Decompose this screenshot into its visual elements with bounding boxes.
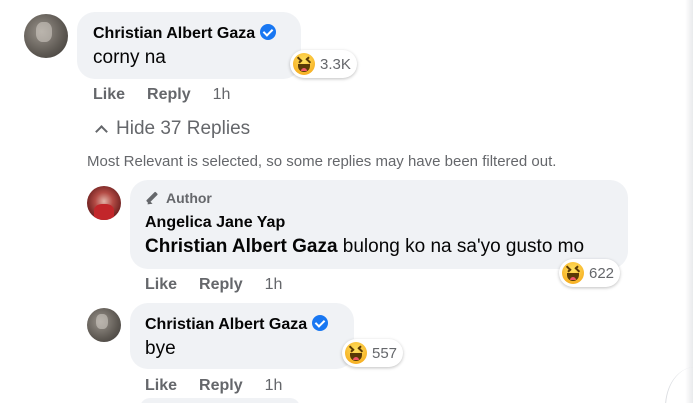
author-badge-label: Author [166, 190, 212, 206]
reply-author-name[interactable]: Angelica Jane Yap [145, 214, 285, 232]
reply-timestamp[interactable]: 1h [265, 276, 283, 294]
author-badge: Author [145, 190, 212, 206]
verified-badge-icon [260, 24, 277, 40]
pencil-icon [145, 191, 160, 206]
avatar[interactable] [87, 186, 121, 220]
like-button[interactable]: Like [145, 276, 177, 294]
reaction-count: 622 [589, 264, 615, 282]
reply-button[interactable]: Reply [147, 86, 191, 104]
comment-author-name[interactable]: Christian Albert Gaza [93, 25, 255, 42]
reply-actions: Like Reply 1h [145, 276, 282, 294]
hide-replies-label: Hide 37 Replies [116, 118, 251, 139]
reaction-summary[interactable]: 622 [559, 259, 621, 287]
mention-link[interactable]: Christian Albert Gaza [145, 236, 338, 257]
reaction-summary[interactable]: 3.3K [290, 50, 357, 78]
filter-notice: Most Relevant is selected, so some repli… [87, 153, 557, 170]
comment-timestamp[interactable]: 1h [213, 86, 231, 104]
reply-author-name[interactable]: Christian Albert Gaza [145, 316, 307, 333]
like-button[interactable]: Like [145, 377, 177, 395]
next-reply-bubble [140, 398, 300, 403]
reaction-count: 557 [372, 344, 398, 362]
reply-button[interactable]: Reply [199, 377, 243, 395]
comment-author[interactable]: Christian Albert Gaza [93, 24, 277, 43]
like-button[interactable]: Like [93, 86, 125, 104]
reply-text: bye [145, 338, 176, 359]
reaction-count: 3.3K [320, 55, 351, 73]
reply-timestamp[interactable]: 1h [265, 377, 283, 395]
reaction-summary[interactable]: 557 [342, 339, 404, 367]
reply-text-body: bulong ko na sa'yo gusto mo [337, 236, 585, 257]
hide-replies-toggle[interactable]: Hide 37 Replies [95, 118, 251, 140]
avatar[interactable] [24, 14, 68, 58]
scroll-edge [685, 0, 693, 403]
comments-thread: Christian Albert Gaza corny na 3.3K Like… [0, 0, 693, 403]
reply-author[interactable]: Christian Albert Gaza [145, 315, 329, 334]
reply-text: Christian Albert Gaza bulong ko na sa'yo… [145, 236, 584, 258]
reply-button[interactable]: Reply [199, 276, 243, 294]
avatar[interactable] [87, 308, 121, 342]
haha-reaction-icon [562, 262, 584, 284]
chevron-up-icon [95, 125, 108, 138]
haha-reaction-icon [293, 53, 315, 75]
comment-actions: Like Reply 1h [93, 86, 230, 104]
scroll-edge-arc [665, 367, 693, 403]
verified-badge-icon [312, 315, 329, 331]
haha-reaction-icon [345, 342, 367, 364]
reply-actions: Like Reply 1h [145, 377, 282, 395]
comment-text: corny na [93, 47, 166, 68]
